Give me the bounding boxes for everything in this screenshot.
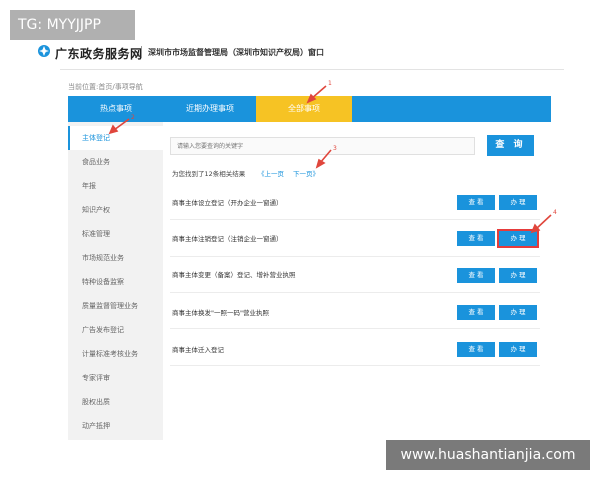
result-title: 商事主体变更（备案）登记、增补营业执照 (172, 271, 296, 279)
department-title: 深圳市市场监督管理局（深圳市知识产权局）窗口 (148, 48, 324, 57)
result-title: 商事主体换发"一照一码"营业执照 (172, 309, 269, 317)
handle-button[interactable]: 办 理 (499, 268, 537, 283)
sidebar-item-quality-supervision[interactable]: 质量监督管理业务 (68, 294, 163, 318)
handle-button[interactable]: 办 理 (499, 305, 537, 320)
result-title: 商事主体迁入登记 (172, 346, 224, 354)
sidebar-item-entity-registration[interactable]: 主体登记 (68, 126, 163, 150)
site-title[interactable]: 广东政务服务网 (55, 45, 143, 62)
sidebar-item-ip[interactable]: 知识产权 (68, 198, 163, 222)
handle-button[interactable]: 办 理 (499, 195, 537, 210)
tab-recent-items[interactable]: 近期办理事项 (164, 96, 256, 122)
sidebar-item-special-equipment[interactable]: 特种设备监察 (68, 270, 163, 294)
arrow-3-head (315, 158, 326, 169)
header-divider (141, 46, 142, 58)
tab-all-items[interactable]: 全部事项 (256, 96, 352, 122)
sidebar-item-standards[interactable]: 标准管理 (68, 222, 163, 246)
view-button[interactable]: 查 看 (457, 305, 495, 320)
sidebar-item-food[interactable]: 食品业务 (68, 150, 163, 174)
arrow-4-icon (535, 214, 552, 230)
handle-button-highlighted[interactable]: 办 理 (497, 229, 539, 248)
annotation-number: 3 (333, 145, 337, 152)
result-count: 为您找到了12条相关结果 (172, 170, 246, 178)
breadcrumb: 当前位置:首页/事项导航 (68, 83, 143, 91)
result-title: 商事主体设立登记（开办企业一窗通） (172, 199, 283, 207)
sidebar-item-advertising[interactable]: 广告发布登记 (68, 318, 163, 342)
annotation-number: 4 (553, 209, 557, 216)
row-divider (170, 365, 540, 366)
watermark-tag-top: TG: MYYJJPP (10, 10, 135, 40)
sidebar-item-expert-review[interactable]: 专家评审 (68, 366, 163, 390)
view-button[interactable]: 查 看 (457, 231, 495, 246)
watermark-tag-bottom: www.huashantianjia.com (386, 440, 590, 470)
next-page-link[interactable]: 下一页》 (293, 168, 319, 178)
annotation-number: 2 (131, 114, 135, 121)
view-button[interactable]: 查 看 (457, 342, 495, 357)
search-input[interactable] (170, 137, 475, 155)
row-divider (170, 219, 540, 220)
prev-page-link[interactable]: 《上一页 (258, 168, 284, 178)
sidebar-item-market-regulation[interactable]: 市场规范业务 (68, 246, 163, 270)
sidebar-item-annual-report[interactable]: 年报 (68, 174, 163, 198)
sidebar-item-equity-pledge[interactable]: 股权出质 (68, 390, 163, 414)
view-button[interactable]: 查 看 (457, 268, 495, 283)
header-separator (60, 69, 564, 70)
row-divider (170, 292, 540, 293)
tab-hot-items[interactable]: 热点事项 (68, 96, 164, 122)
handle-button[interactable]: 办 理 (499, 342, 537, 357)
search-button[interactable]: 查 询 (487, 135, 534, 156)
row-divider (170, 256, 540, 257)
gov-service-logo-icon (38, 45, 50, 57)
row-divider (170, 328, 540, 329)
view-button[interactable]: 查 看 (457, 195, 495, 210)
result-title: 商事主体注销登记（注销企业一窗通） (172, 235, 283, 243)
sidebar-item-chattel-mortgage[interactable]: 动产抵押 (68, 414, 163, 438)
sidebar-item-metrology[interactable]: 计量标准考核业务 (68, 342, 163, 366)
annotation-number: 1 (328, 80, 332, 87)
